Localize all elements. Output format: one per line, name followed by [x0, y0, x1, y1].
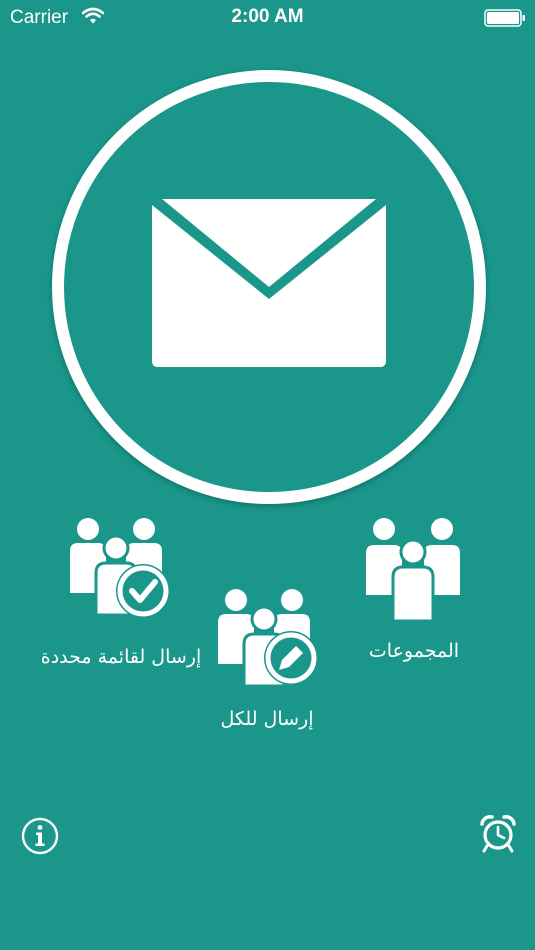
group-icon — [366, 518, 460, 623]
battery-icon — [484, 9, 525, 27]
send-to-all-button[interactable] — [214, 586, 324, 692]
group-check-icon — [70, 518, 170, 618]
alarm-button[interactable] — [479, 814, 517, 858]
group-edit-icon — [218, 589, 318, 688]
status-time: 2:00 AM — [231, 6, 304, 27]
compose-message-button[interactable] — [52, 70, 486, 504]
info-icon — [21, 817, 59, 855]
envelope-icon — [152, 199, 386, 367]
groups-label: المجموعات — [368, 640, 460, 662]
groups-button[interactable] — [362, 515, 468, 623]
send-to-all-label: إرسال للكل — [220, 708, 314, 730]
send-to-selected-list-button[interactable] — [66, 515, 176, 621]
send-to-selected-list-label: إرسال لقائمة محددة — [40, 646, 202, 668]
alarm-clock-icon — [480, 815, 516, 853]
info-button[interactable] — [21, 817, 59, 859]
status-bar: Carrier 2:00 AM — [0, 0, 535, 36]
